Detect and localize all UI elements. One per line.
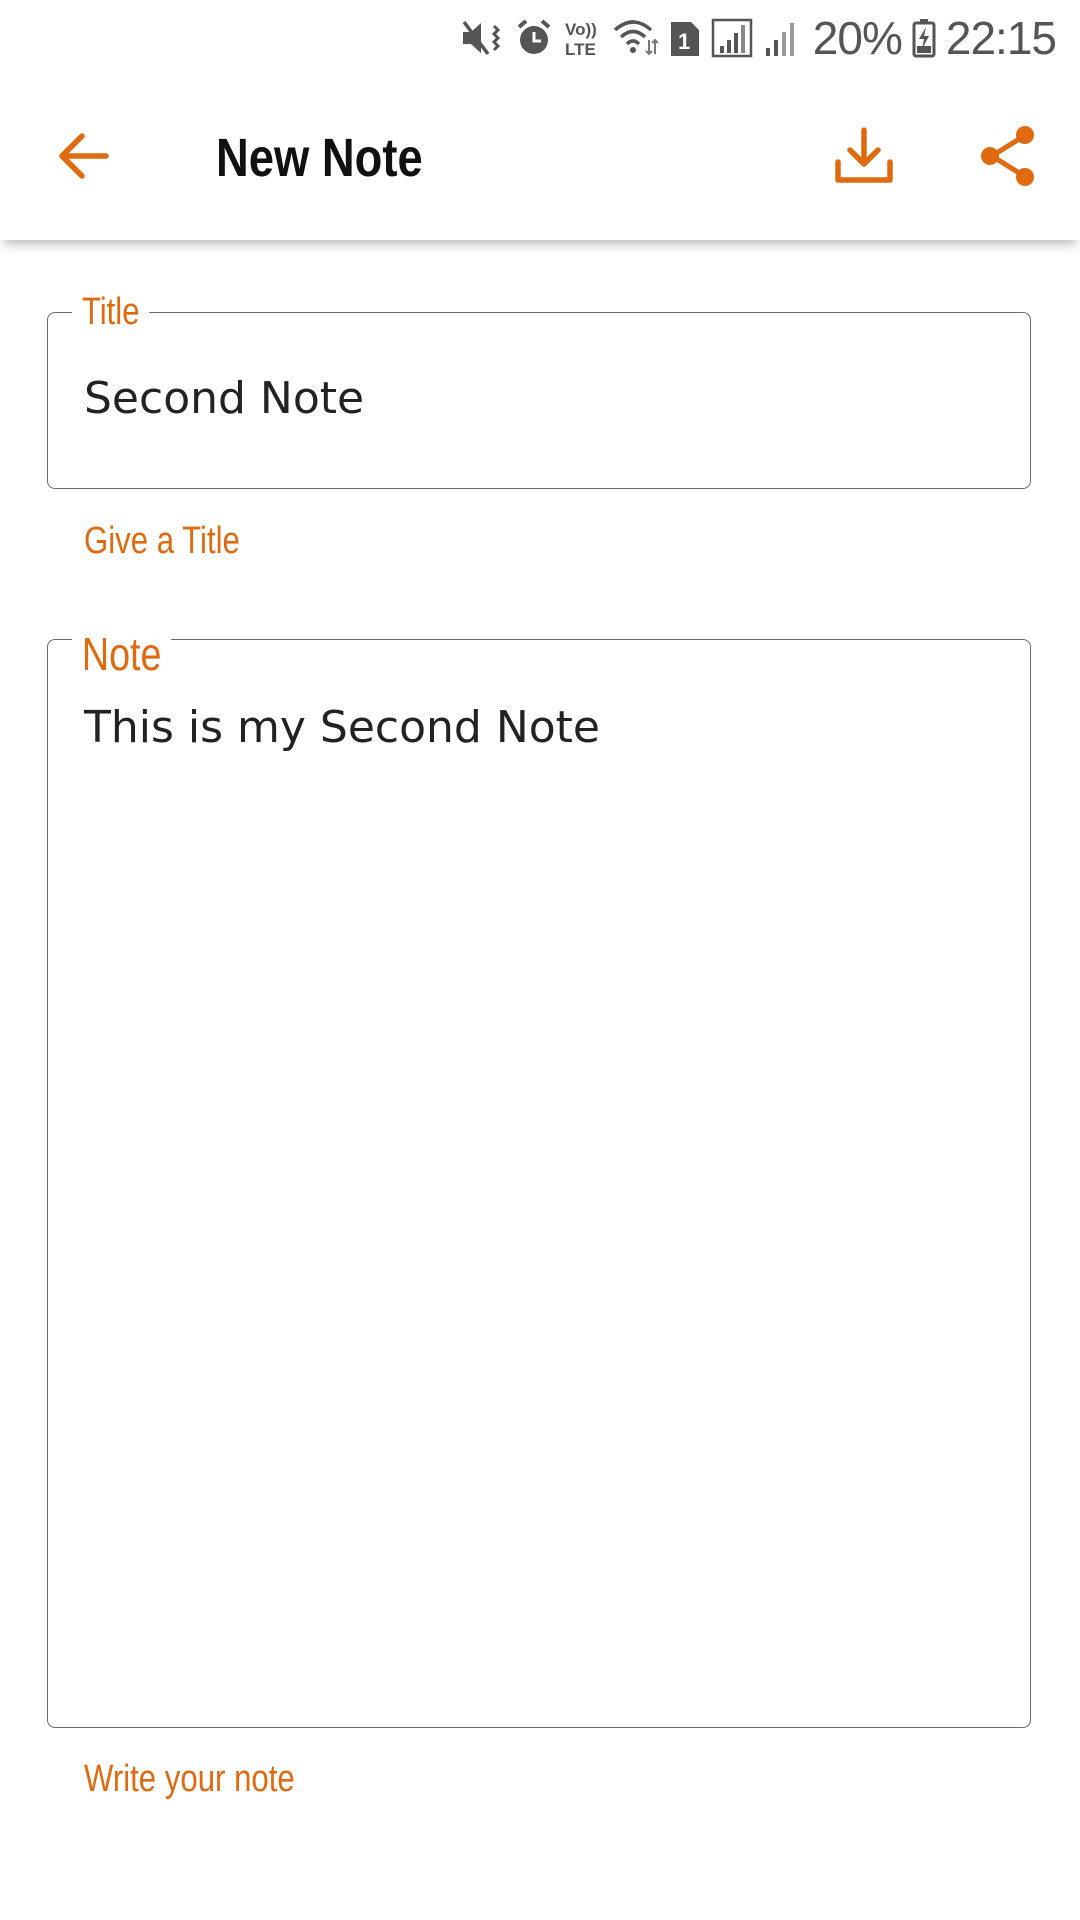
battery-percent: 20%	[812, 12, 903, 64]
page-title: New Note	[216, 128, 423, 188]
svg-text:LTE: LTE	[565, 40, 596, 58]
mute-icon	[461, 18, 505, 58]
alarm-icon	[515, 18, 553, 58]
share-button[interactable]	[960, 110, 1056, 206]
note-field[interactable]: Note This is my Second Note	[47, 626, 1031, 1728]
note-textarea[interactable]: This is my Second Note	[84, 696, 1000, 1707]
title-field[interactable]: Title	[47, 291, 1031, 489]
svg-text:Vo)): Vo))	[565, 20, 597, 39]
clock: 22:15	[945, 12, 1057, 64]
signal-icon	[711, 18, 753, 58]
note-field-label: Note	[72, 626, 172, 682]
download-icon	[834, 126, 894, 190]
wifi-icon	[613, 18, 659, 58]
volte-icon: Vo)) LTE	[563, 18, 603, 58]
sim-slot-label: 1	[678, 29, 690, 54]
share-icon	[978, 124, 1038, 192]
note-helper-text: Write your note	[84, 1758, 295, 1800]
back-button[interactable]	[36, 110, 132, 206]
sim-icon: 1	[669, 18, 701, 58]
app-bar: New Note	[0, 76, 1080, 240]
status-bar: Vo)) LTE 1 20% 22:15	[0, 0, 1080, 76]
battery-charging-icon	[912, 18, 936, 58]
status-icons: Vo)) LTE 1 20% 22:15	[461, 10, 1057, 66]
title-field-label: Title	[72, 291, 150, 333]
title-input[interactable]	[84, 367, 1000, 431]
save-button[interactable]	[816, 110, 912, 206]
signal-icon	[763, 18, 803, 58]
title-helper-text: Give a Title	[84, 520, 240, 562]
arrow-back-icon	[56, 128, 112, 188]
